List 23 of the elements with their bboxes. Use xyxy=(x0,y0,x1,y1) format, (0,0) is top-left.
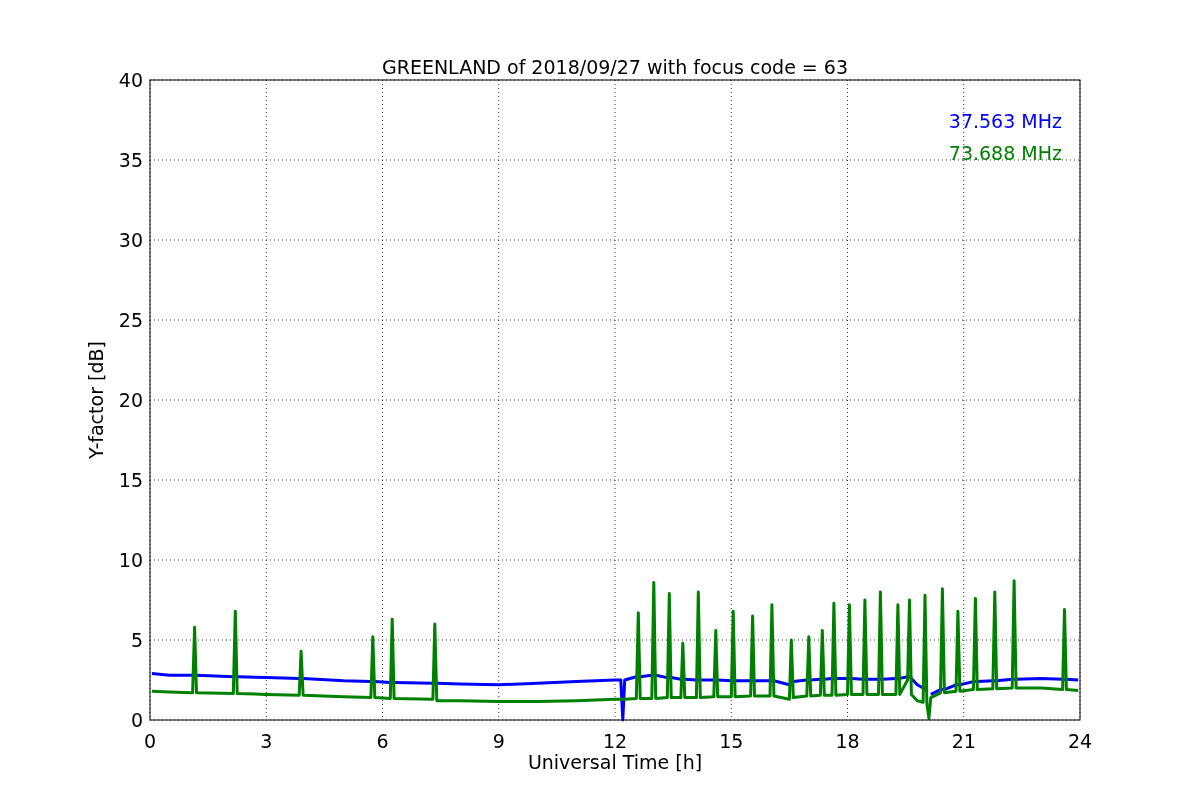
axis-label: Y-factor [dB] xyxy=(85,341,107,459)
legend-label: 73.688 MHz xyxy=(948,142,1062,164)
tick-label: 10 xyxy=(118,549,143,571)
tick-label: 0 xyxy=(143,730,157,752)
tick-label: 3 xyxy=(260,730,273,752)
tick-label: 40 xyxy=(118,69,143,91)
tick-label: 20 xyxy=(118,389,143,411)
tick-label: 24 xyxy=(1067,730,1093,752)
tick-label: 25 xyxy=(118,309,143,331)
tick-label: 15 xyxy=(719,730,744,752)
tick-label: 9 xyxy=(492,730,505,752)
tick-label: 5 xyxy=(130,629,143,651)
tick-label: 12 xyxy=(602,730,628,752)
axis-label: Universal Time [h] xyxy=(527,751,703,773)
tick-label: 15 xyxy=(118,469,143,491)
tick-label: 21 xyxy=(951,730,976,752)
tick-label: 6 xyxy=(376,730,389,752)
tick-label: 18 xyxy=(835,730,860,752)
tick-label: 0 xyxy=(130,709,143,731)
tick-label: 30 xyxy=(118,229,143,251)
chart-title: GREENLAND of 2018/09/27 with focus code = 63 xyxy=(382,56,848,78)
tick-label: 35 xyxy=(118,149,143,171)
legend-label: 37.563 MHz xyxy=(948,110,1062,132)
